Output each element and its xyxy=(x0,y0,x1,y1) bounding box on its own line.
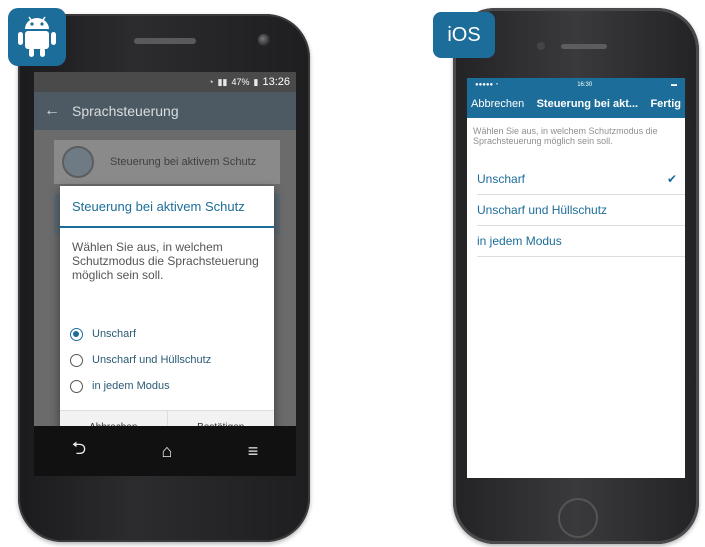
dialog-message: Wählen Sie aus, in welchem Schutzmodus d… xyxy=(72,240,259,282)
radio-option-unscharf[interactable]: Unscharf xyxy=(70,323,136,345)
ios-nav-header: ●●●●● ◔ 16:30 ▬ Abbrechen Steuerung bei … xyxy=(467,78,685,118)
cancel-button[interactable]: Abbrechen xyxy=(471,98,524,110)
option-label: Unscharf xyxy=(477,172,526,186)
background-setting-item: Steuerung bei aktivem Schutz xyxy=(54,140,280,184)
shield-icon xyxy=(62,146,94,178)
android-nav-bar: ⮌ ⌂ ≡ xyxy=(34,426,296,476)
status-time: 13:26 xyxy=(262,76,290,88)
android-app-bar: ← Sprachsteuerung xyxy=(34,92,296,130)
ios-status-bar: ●●●●● ◔ 16:30 ▬ xyxy=(467,80,685,90)
front-camera xyxy=(258,34,270,46)
ios-platform-label: iOS xyxy=(433,12,495,58)
android-robot-icon xyxy=(8,8,66,66)
radio-label: Unscharf xyxy=(92,328,137,340)
menu-icon[interactable]: ≡ xyxy=(248,441,259,462)
speaker-grille xyxy=(561,44,607,49)
nav-title: Steuerung bei akt... xyxy=(536,98,639,110)
radio-option-jedem-modus[interactable]: in jedem Modus xyxy=(70,375,170,397)
signal-icon: ▮▮ xyxy=(217,76,228,87)
radio-unselected-icon[interactable] xyxy=(70,353,83,367)
status-time: 16:30 xyxy=(577,82,593,88)
radio-label: in jedem Modus xyxy=(92,380,170,392)
home-icon[interactable]: ⌂ xyxy=(162,441,173,462)
android-screen: ◔ ▮▮ 47% ▮ 13:26 ← Sprachsteuerung Steue… xyxy=(34,72,296,476)
front-camera xyxy=(537,42,545,50)
done-button[interactable]: Fertig xyxy=(650,98,681,110)
ios-option-unscharf[interactable]: Unscharf ✔ xyxy=(477,164,685,195)
protection-mode-dialog: Steuerung bei aktivem Schutz Wählen Sie … xyxy=(60,186,274,444)
back-icon[interactable]: ⮌ xyxy=(72,436,86,466)
radio-label: Unscharf und Hüllschutz xyxy=(92,354,212,366)
ios-description: Wählen Sie aus, in welchem Schutzmodus d… xyxy=(473,126,658,146)
ios-option-unscharf-huellschutz[interactable]: Unscharf und Hüllschutz xyxy=(477,195,685,226)
iphone-frame: ●●●●● ◔ 16:30 ▬ Abbrechen Steuerung bei … xyxy=(453,8,699,544)
signal-dots-icon: ●●●●● ◔ xyxy=(475,82,499,88)
ios-nav-bar: Abbrechen Steuerung bei akt... Fertig xyxy=(467,92,685,116)
android-status-bar: ◔ ▮▮ 47% ▮ 13:26 xyxy=(34,72,296,92)
checkmark-icon: ✔ xyxy=(666,172,677,186)
radio-option-unscharf-huellschutz[interactable]: Unscharf und Hüllschutz xyxy=(70,349,211,371)
battery-percent: 47% xyxy=(231,77,250,87)
speaker-grille xyxy=(134,38,196,44)
back-arrow-icon[interactable]: ← xyxy=(44,102,60,120)
option-label: in jedem Modus xyxy=(477,234,562,248)
android-phone-frame: ◔ ▮▮ 47% ▮ 13:26 ← Sprachsteuerung Steue… xyxy=(18,14,310,542)
battery-icon: ▬ xyxy=(671,82,677,88)
dialog-title: Steuerung bei aktivem Schutz xyxy=(60,186,274,228)
option-label: Unscharf und Hüllschutz xyxy=(477,203,608,217)
radio-unselected-icon[interactable] xyxy=(70,379,83,393)
background-setting-label: Steuerung bei aktivem Schutz xyxy=(110,156,257,168)
wifi-icon: ◔ xyxy=(208,77,214,87)
appbar-title: Sprachsteuerung xyxy=(72,103,179,119)
ios-option-jedem-modus[interactable]: in jedem Modus xyxy=(477,226,685,257)
battery-icon: ▮ xyxy=(253,76,259,87)
home-button[interactable] xyxy=(558,498,598,538)
radio-selected-icon[interactable] xyxy=(70,327,83,341)
ios-screen: ●●●●● ◔ 16:30 ▬ Abbrechen Steuerung bei … xyxy=(467,78,685,478)
